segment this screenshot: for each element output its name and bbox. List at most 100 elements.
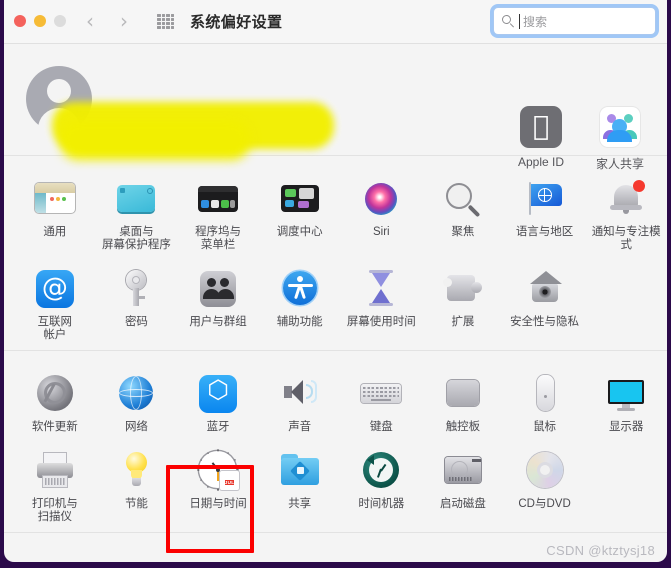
search-icon [502, 15, 515, 28]
pref-pane-label: 扩展 [451, 316, 475, 328]
pref-pane-network[interactable]: 网络 [96, 361, 178, 438]
trackpad-icon [439, 369, 487, 417]
pref-pane-label: 启动磁盘 [439, 498, 486, 510]
search-placeholder: 搜索 [523, 15, 548, 29]
preferences-row: 通用 桌面与 屏幕保护程序 程序坞与 菜单栏 调度中心 Siri 聚焦 语言与地… [4, 166, 667, 256]
pref-pane-mouse[interactable]: 鼠标 [504, 361, 586, 438]
grid-dot [170, 18, 174, 21]
pref-pane-passwords[interactable]: 密码 [96, 256, 178, 346]
pref-pane-dock-menubar[interactable]: 程序坞与 菜单栏 [177, 166, 259, 256]
pref-pane-sound[interactable]: 声音 [259, 361, 341, 438]
pref-pane-energy-saver[interactable]: 节能 [96, 438, 178, 528]
pref-pane-label: Siri [373, 226, 390, 238]
pref-pane-software-update[interactable]: 软件更新 [14, 361, 96, 438]
display-icon [602, 369, 650, 417]
pref-pane-label: 通用 [43, 226, 67, 238]
system-preferences-window: ‹ › 系统偏好设置 搜索  Apple ID [4, 0, 667, 562]
screen-time-icon [357, 264, 405, 312]
pref-pane-screen-time[interactable]: 屏幕使用时间 [341, 256, 423, 346]
grid-dot [157, 14, 161, 17]
pref-pane-siri[interactable]: Siri [341, 166, 423, 256]
date-time-clock-icon: JUL 17 [194, 446, 243, 494]
pref-pane-label: 打印机与 扫描仪 [31, 498, 78, 523]
grid-dot [161, 14, 165, 17]
pref-cell-empty [585, 256, 667, 346]
sharing-folder-icon [276, 446, 324, 494]
users-groups-icon [194, 264, 242, 312]
zoom-button[interactable] [54, 15, 66, 27]
mouse-icon [521, 369, 569, 417]
show-all-grid-icon[interactable] [157, 14, 174, 29]
preferences-row: 软件更新 网络 ⬡ 蓝牙 声音 键盘 触控板 鼠标 显示器 [4, 361, 667, 438]
pref-pane-bluetooth[interactable]: ⬡ 蓝牙 [177, 361, 259, 438]
pref-pane-date-time[interactable]: JUL 17 日期与时间 [177, 438, 259, 528]
grid-dot [166, 22, 170, 25]
pref-pane-accessibility[interactable]: 辅助功能 [259, 256, 341, 346]
pref-pane-label: 互联网 帐户 [37, 316, 73, 341]
pref-pane-desktop-screensaver[interactable]: 桌面与 屏幕保护程序 [96, 166, 178, 256]
pref-pane-keyboard[interactable]: 键盘 [341, 361, 423, 438]
energy-saver-bulb-icon [112, 446, 160, 494]
pref-pane-trackpad[interactable]: 触控板 [422, 361, 504, 438]
window-title: 系统偏好设置 [190, 14, 283, 31]
pref-pane-label: 网络 [124, 421, 148, 433]
pref-pane-language-region[interactable]: 语言与地区 [504, 166, 586, 256]
printers-scanners-icon [31, 446, 79, 494]
pref-pane-general[interactable]: 通用 [14, 166, 96, 256]
pref-pane-users-groups[interactable]: 用户与群组 [177, 256, 259, 346]
notifications-focus-icon [602, 174, 650, 222]
pref-pane-label: 软件更新 [31, 421, 78, 433]
grid-dot [170, 26, 174, 29]
network-globe-icon [112, 369, 160, 417]
pref-pane-mission-control[interactable]: 调度中心 [259, 166, 341, 256]
pref-pane-spotlight[interactable]: 聚焦 [422, 166, 504, 256]
cd-dvd-icon [521, 446, 569, 494]
preferences-group-personal: 通用 桌面与 屏幕保护程序 程序坞与 菜单栏 调度中心 Siri 聚焦 语言与地… [4, 156, 667, 351]
pref-pane-label: 日期与时间 [189, 498, 247, 510]
apple-logo-icon:  [520, 106, 562, 148]
sound-speaker-icon [276, 369, 324, 417]
pref-pane-startup-disk[interactable]: 启动磁盘 [422, 438, 504, 528]
apple-id-banner:  Apple ID 家人共享 [4, 44, 667, 171]
pref-pane-label: 键盘 [369, 421, 393, 433]
pref-pane-label: 鼠标 [533, 421, 557, 433]
desktop-screensaver-icon [112, 174, 160, 222]
pref-pane-label: 触控板 [445, 421, 481, 433]
pref-pane-printers-scanners[interactable]: 打印机与 扫描仪 [14, 438, 96, 528]
pref-pane-label: 蓝牙 [206, 421, 230, 433]
accessibility-icon [276, 264, 324, 312]
pref-pane-label: 通知与专注模式 [591, 226, 661, 251]
forward-button[interactable]: › [114, 11, 134, 33]
back-button[interactable]: ‹ [80, 11, 100, 33]
pref-pane-time-machine[interactable]: 时间机器 [341, 438, 423, 528]
pref-pane-extensions[interactable]: 扩展 [422, 256, 504, 346]
time-machine-icon [357, 446, 405, 494]
pref-pane-internet-accounts[interactable]: @ 互联网 帐户 [14, 256, 96, 346]
redacted-account-detail [60, 120, 250, 160]
pref-pane-label: 桌面与 屏幕保护程序 [101, 226, 171, 251]
pref-pane-label: CD与DVD [518, 498, 571, 510]
pref-pane-label: 安全性与隐私 [510, 316, 580, 328]
grid-dot [157, 26, 161, 29]
pref-pane-label: 节能 [124, 498, 148, 510]
pref-pane-label: 用户与群组 [189, 316, 247, 328]
traffic-lights [14, 15, 66, 27]
pref-pane-label: 调度中心 [276, 226, 323, 238]
pref-pane-sharing[interactable]: 共享 [259, 438, 341, 528]
pref-pane-label: 声音 [288, 421, 312, 433]
pref-pane-security-privacy[interactable]: 安全性与隐私 [504, 256, 586, 346]
minimize-button[interactable] [34, 15, 46, 27]
pref-pane-display[interactable]: 显示器 [585, 361, 667, 438]
keyboard-icon [357, 369, 405, 417]
grid-dot [170, 14, 174, 17]
extensions-puzzle-icon [439, 264, 487, 312]
dock-menubar-icon [194, 174, 242, 222]
software-update-icon [31, 369, 79, 417]
mission-control-icon [276, 174, 324, 222]
pref-pane-cd-dvd[interactable]: CD与DVD [504, 438, 586, 528]
calendar-month: JUL [224, 480, 235, 485]
search-field[interactable]: 搜索 [493, 7, 656, 35]
pref-pane-notifications-focus[interactable]: 通知与专注模式 [585, 166, 667, 256]
internet-accounts-icon: @ [31, 264, 79, 312]
close-button[interactable] [14, 15, 26, 27]
